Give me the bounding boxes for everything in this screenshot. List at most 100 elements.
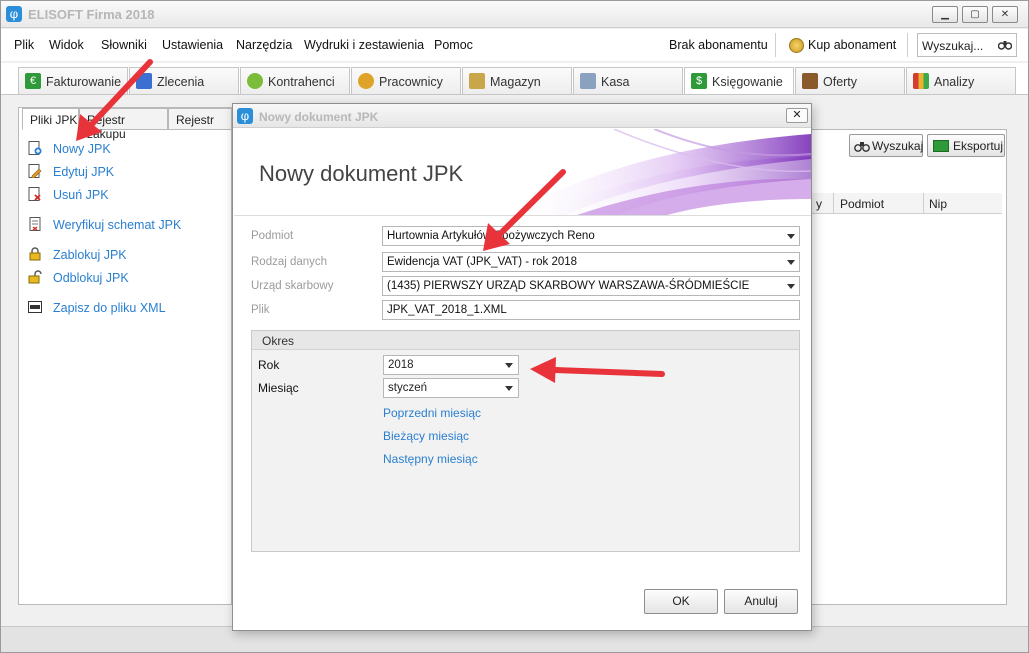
menu-slowniki[interactable]: Słowniki xyxy=(101,38,147,52)
binoculars-icon xyxy=(997,39,1013,53)
current-month-link[interactable]: Bieżący miesiąc xyxy=(383,429,469,443)
search-input[interactable]: Wyszukaj... xyxy=(917,33,1017,57)
save-xml-link[interactable]: Zapisz do pliku XML xyxy=(53,301,166,315)
bag-icon xyxy=(469,73,485,89)
close-button[interactable]: ✕ xyxy=(992,6,1018,23)
subtab-pliki-jpk[interactable]: Pliki JPK xyxy=(22,108,79,130)
subscription-status[interactable]: Brak abonamentu xyxy=(669,38,768,52)
urzad-label: Urząd skarbowy xyxy=(251,280,334,292)
previous-month-link[interactable]: Poprzedni miesiąc xyxy=(383,406,481,420)
okres-group: Okres Rok 2018 Miesiąc styczeń Poprzedni… xyxy=(251,330,800,552)
new-jpk-link[interactable]: Nowy JPK xyxy=(53,142,111,156)
rok-select[interactable]: 2018 xyxy=(383,355,519,375)
title-bar: φ ELISOFT Firma 2018 ▁ ▢ ✕ xyxy=(1,1,1028,28)
edit-pencil-icon xyxy=(28,164,42,178)
cancel-button[interactable]: Anuluj xyxy=(724,589,798,614)
ok-button[interactable]: OK xyxy=(644,589,718,614)
money-icon: $ xyxy=(691,73,707,89)
chevron-down-icon xyxy=(787,260,795,265)
unlock-icon xyxy=(28,270,42,284)
bar-chart-icon xyxy=(913,73,929,89)
chevron-down-icon xyxy=(787,284,795,289)
tab-ksiegowanie[interactable]: $ Księgowanie xyxy=(684,67,794,96)
delete-jpk-link[interactable]: Usuń JPK xyxy=(53,188,109,202)
tab-kontrahenci[interactable]: Kontrahenci xyxy=(240,67,350,94)
miesiac-label: Miesiąc xyxy=(258,381,299,395)
export-button[interactable]: Eksportuj xyxy=(927,134,1005,157)
new-jpk-dialog: φ Nowy dokument JPK ✕ Nowy dokument JPK … xyxy=(232,103,812,631)
briefcase-icon xyxy=(802,73,818,89)
okres-title: Okres xyxy=(262,334,295,348)
verify-schema-link[interactable]: Weryfikuj schemat JPK xyxy=(53,218,181,232)
search-button-label: Wyszukaj xyxy=(872,139,924,153)
column-header[interactable]: y xyxy=(816,197,822,211)
urzad-select[interactable]: (1435) PIERWSZY URZĄD SKARBOWY WARSZAWA-… xyxy=(382,276,800,296)
tab-pracownicy[interactable]: Pracownicy xyxy=(351,67,461,94)
verify-schema-icon xyxy=(29,217,41,231)
podmiot-select[interactable]: Hurtownia Artykułów Spożywczych Reno xyxy=(382,226,800,246)
plik-label: Plik xyxy=(251,304,270,316)
tab-fakturowanie[interactable]: € Fakturowanie xyxy=(18,67,128,94)
delete-document-icon xyxy=(28,187,41,201)
clipboard-icon xyxy=(136,73,152,89)
menu-ustawienia[interactable]: Ustawienia xyxy=(162,38,223,52)
urzad-value: (1435) PIERWSZY URZĄD SKARBOWY WARSZAWA-… xyxy=(387,280,750,292)
podmiot-label: Podmiot xyxy=(251,230,294,242)
menu-narzedzia[interactable]: Narzędzia xyxy=(236,38,292,52)
column-separator xyxy=(833,193,834,214)
dialog-heading: Nowy dokument JPK xyxy=(259,161,464,186)
tab-label: Księgowanie xyxy=(712,75,783,89)
tab-analizy[interactable]: Analizy xyxy=(906,67,1016,94)
plik-input[interactable]: JPK_VAT_2018_1.XML xyxy=(382,300,800,320)
menu-widok[interactable]: Widok xyxy=(49,38,84,52)
tab-label: Zlecenia xyxy=(157,75,205,89)
buy-subscription-button[interactable]: Kup abonament xyxy=(808,38,896,52)
menu-pomoc[interactable]: Pomoc xyxy=(434,38,473,52)
search-button[interactable]: Wyszukaj xyxy=(849,134,923,157)
xml-file-icon xyxy=(28,301,42,313)
people-icon xyxy=(247,73,263,89)
tab-label: Oferty xyxy=(823,75,858,89)
column-separator xyxy=(923,193,924,214)
miesiac-select[interactable]: styczeń xyxy=(383,378,519,398)
app-title: ELISOFT Firma 2018 xyxy=(28,7,155,22)
subtab-rejestr-zakupu[interactable]: Rejestr zakupu xyxy=(79,108,168,141)
plik-value: JPK_VAT_2018_1.XML xyxy=(387,304,507,316)
tab-label: Kasa xyxy=(601,75,630,89)
excel-icon xyxy=(933,140,949,152)
cash-register-icon xyxy=(580,73,596,89)
column-header-podmiot[interactable]: Podmiot xyxy=(840,197,884,211)
next-month-link[interactable]: Następny miesiąc xyxy=(383,452,478,466)
miesiac-value: styczeń xyxy=(388,382,427,394)
podmiot-value: Hurtownia Artykułów Spożywczych Reno xyxy=(387,230,595,242)
menu-wydruki[interactable]: Wydruki i zestawienia xyxy=(304,38,424,52)
rodzaj-select[interactable]: Ewidencja VAT (JPK_VAT) - rok 2018 xyxy=(382,252,800,272)
tab-kasa[interactable]: Kasa xyxy=(573,67,683,94)
minimize-button[interactable]: ▁ xyxy=(932,6,958,23)
tab-magazyn[interactable]: Magazyn xyxy=(462,67,572,94)
column-header-nip[interactable]: Nip xyxy=(929,197,947,211)
lock-icon xyxy=(29,247,41,261)
tab-oferty[interactable]: Oferty xyxy=(795,67,905,94)
dialog-banner: Nowy dokument JPK xyxy=(234,129,811,216)
tab-label: Magazyn xyxy=(490,75,541,89)
lock-jpk-link[interactable]: Zablokuj JPK xyxy=(53,248,127,262)
search-placeholder: Wyszukaj... xyxy=(922,39,984,53)
maximize-button[interactable]: ▢ xyxy=(962,6,988,23)
workers-icon xyxy=(358,73,374,89)
separator xyxy=(775,33,776,57)
app-logo-icon: φ xyxy=(6,6,22,22)
subtab-label: Pliki JPK xyxy=(30,113,78,127)
tab-zlecenia[interactable]: Zlecenia xyxy=(129,67,239,94)
edit-jpk-link[interactable]: Edytuj JPK xyxy=(53,165,114,179)
okres-header: Okres xyxy=(252,331,799,350)
rok-label: Rok xyxy=(258,358,280,372)
dialog-close-button[interactable]: ✕ xyxy=(786,108,808,123)
tab-label: Analizy xyxy=(934,75,975,89)
subtab-rejestr-sprzedazy[interactable]: Rejestr spra xyxy=(168,108,232,130)
menu-plik[interactable]: Plik xyxy=(14,38,34,52)
tab-label: Fakturowanie xyxy=(46,75,122,89)
separator xyxy=(907,33,908,57)
unlock-jpk-link[interactable]: Odblokuj JPK xyxy=(53,271,129,285)
rodzaj-label: Rodzaj danych xyxy=(251,256,328,268)
